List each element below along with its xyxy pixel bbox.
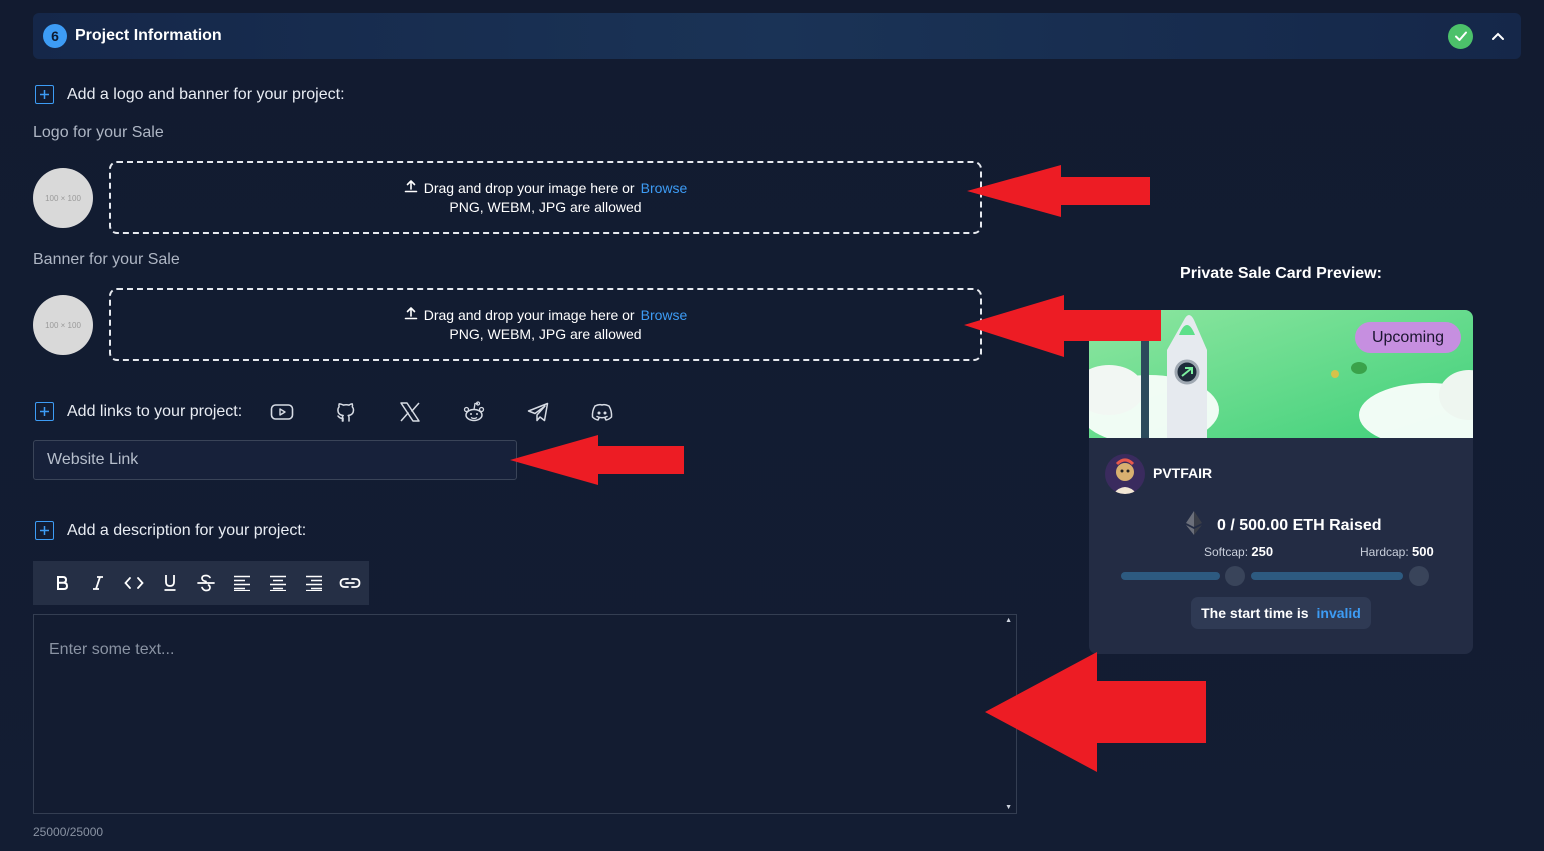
align-right-icon[interactable] <box>296 568 332 598</box>
hardcap: Hardcap: 500 <box>1360 544 1434 559</box>
section-title: Project Information <box>75 27 222 44</box>
page: 6 Project Information Add a logo and ban… <box>0 0 1544 851</box>
annotation-arrow-icon <box>967 165 1150 217</box>
softcap-value: 250 <box>1251 544 1274 559</box>
x-twitter-icon[interactable] <box>398 400 422 424</box>
logo-placeholder-image: 100 × 100 <box>33 168 93 228</box>
hardcap-value: 500 <box>1412 544 1434 559</box>
browse-link[interactable]: Browse <box>641 179 688 198</box>
description-editor[interactable]: Enter some text... ▲ ▼ <box>33 614 1017 814</box>
ethereum-icon <box>1185 510 1203 541</box>
align-left-icon[interactable] <box>224 568 260 598</box>
underline-icon[interactable] <box>152 568 188 598</box>
browse-link[interactable]: Browse <box>641 306 688 325</box>
banner-dropzone[interactable]: Drag and drop your image here or Browse … <box>109 288 982 361</box>
chevron-up-icon[interactable] <box>1487 25 1509 47</box>
start-time-text: The start time is <box>1201 605 1309 621</box>
start-time-status: The start time is invalid <box>1191 597 1371 629</box>
editor-placeholder: Enter some text... <box>49 641 175 658</box>
links-heading-text: Add links to your project: <box>67 402 243 420</box>
upload-icon <box>404 179 418 198</box>
logo-dropzone[interactable]: Drag and drop your image here or Browse … <box>109 161 982 234</box>
check-icon <box>1448 23 1473 49</box>
social-icons <box>270 400 614 424</box>
hardcap-label: Hardcap: <box>1360 545 1409 559</box>
github-icon[interactable] <box>334 400 358 424</box>
plus-icon[interactable] <box>35 402 54 421</box>
website-link-input[interactable] <box>33 440 517 480</box>
strikethrough-icon[interactable] <box>188 568 224 598</box>
editor-toolbar <box>33 561 369 605</box>
telegram-icon[interactable] <box>526 400 550 424</box>
discord-icon[interactable] <box>590 400 614 424</box>
status-badge: Upcoming <box>1354 322 1461 353</box>
description-heading-text: Add a description for your project: <box>67 521 307 539</box>
annotation-arrow-icon <box>964 295 1161 357</box>
token-name: PVTFAIR <box>1153 465 1213 481</box>
allowed-formats: PNG, WEBM, JPG are allowed <box>449 325 642 342</box>
italic-icon[interactable] <box>80 568 116 598</box>
reddit-icon[interactable] <box>462 400 486 424</box>
annotation-arrow-icon <box>510 435 684 485</box>
logo-label: Logo for your Sale <box>33 124 164 141</box>
align-center-icon[interactable] <box>260 568 296 598</box>
youtube-icon[interactable] <box>270 400 294 424</box>
allowed-formats: PNG, WEBM, JPG are allowed <box>449 198 642 215</box>
preview-title: Private Sale Card Preview: <box>1180 265 1382 282</box>
code-icon[interactable] <box>116 568 152 598</box>
dropzone-text: Drag and drop your image here or <box>423 179 635 196</box>
logo-banner-heading-text: Add a logo and banner for your project: <box>67 85 345 103</box>
description-heading[interactable]: Add a description for your project: <box>35 521 306 540</box>
link-icon[interactable] <box>332 568 368 598</box>
upload-icon <box>404 306 418 325</box>
sale-card-preview[interactable]: Upcoming PVTFAIR 0 / 500.00 ETH Raised S… <box>1089 310 1473 654</box>
softcap-label: Softcap: <box>1204 545 1249 559</box>
logo-banner-heading[interactable]: Add a logo and banner for your project: <box>35 85 345 104</box>
dropzone-text: Drag and drop your image here or <box>423 306 635 323</box>
plus-icon[interactable] <box>35 85 54 104</box>
links-heading[interactable]: Add links to your project: <box>35 402 242 421</box>
annotation-arrow-icon <box>985 652 1206 772</box>
start-time-invalid: invalid <box>1316 605 1361 621</box>
progress-bar <box>1121 566 1429 586</box>
bold-icon[interactable] <box>44 568 80 598</box>
char-count: 25000/25000 <box>33 825 104 839</box>
banner-label: Banner for your Sale <box>33 251 180 268</box>
softcap: Softcap: 250 <box>1204 544 1273 559</box>
step-number: 6 <box>43 24 67 48</box>
plus-icon[interactable] <box>35 521 54 540</box>
raised-amount: 0 / 500.00 ETH Raised <box>1217 516 1382 534</box>
section-header[interactable]: 6 Project Information <box>33 13 1521 59</box>
scroll-up-icon[interactable]: ▲ <box>1005 617 1012 624</box>
token-avatar <box>1105 454 1145 494</box>
scroll-down-icon[interactable]: ▼ <box>1005 804 1012 811</box>
banner-placeholder-image: 100 × 100 <box>33 295 93 355</box>
